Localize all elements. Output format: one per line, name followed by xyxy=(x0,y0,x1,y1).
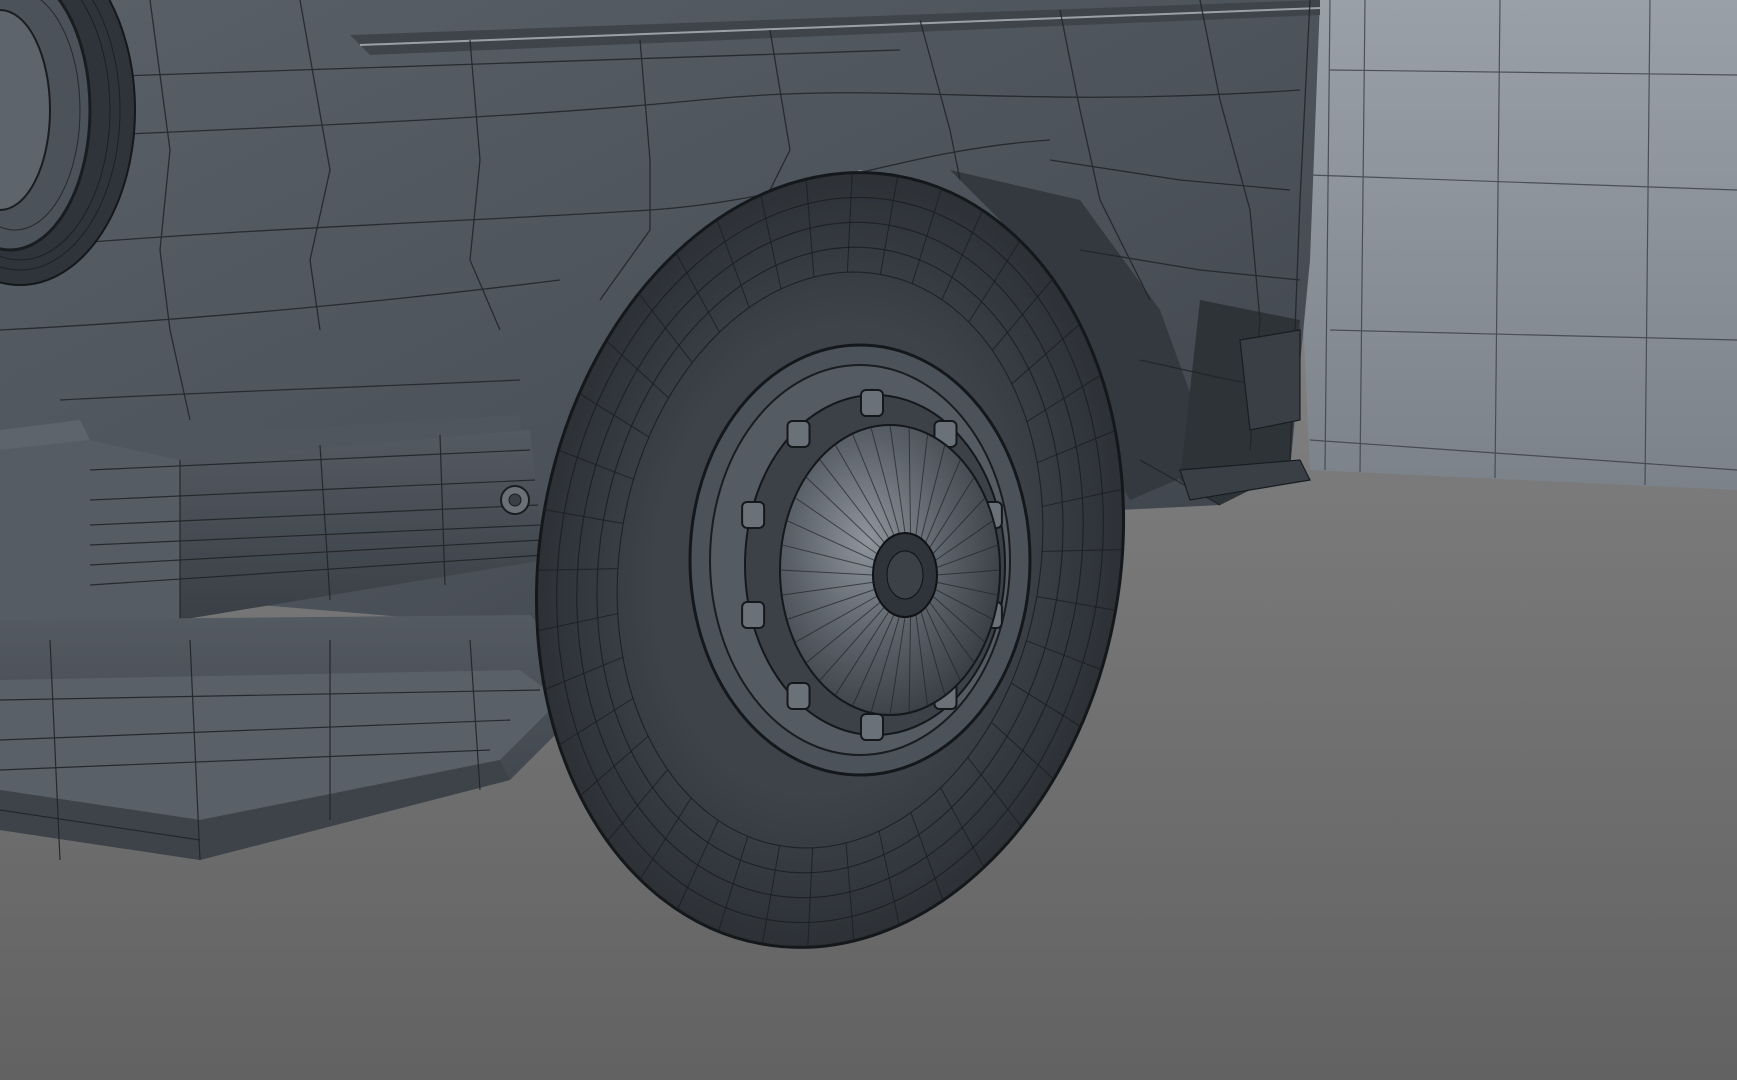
rear-door[interactable] xyxy=(1300,0,1737,490)
lug-nut xyxy=(786,682,811,711)
lug-nut xyxy=(860,389,884,417)
lug-nut xyxy=(741,500,766,529)
lug-nut xyxy=(786,419,811,448)
lug-nut xyxy=(741,601,766,630)
3d-viewport[interactable] xyxy=(0,0,1737,1080)
lug-nut xyxy=(860,713,884,741)
